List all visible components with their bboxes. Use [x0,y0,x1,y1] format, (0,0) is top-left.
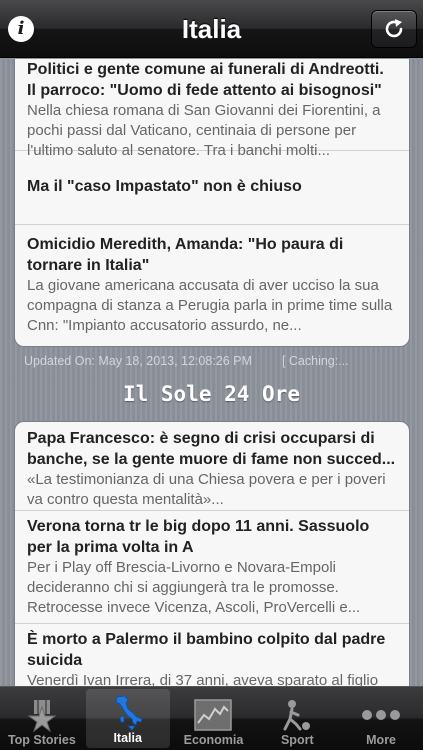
news-section-il-sole-24-ore: Papa Francesco: è segno di crisi occupar… [14,421,410,686]
news-item-description: Per i Play off Brescia-Livorno e Novara-… [27,559,361,616]
star-icon [27,700,57,732]
news-item[interactable]: Papa Francesco: è segno di crisi occupar… [15,422,409,511]
refresh-icon [385,19,403,38]
tab-bar: Top Stories Italia Economia Sport More [0,686,423,750]
news-item[interactable]: È morto a Palermo il bambino colpito dal… [15,624,409,686]
italy-map-icon [115,695,143,731]
tab-italia[interactable]: Italia [85,689,170,748]
tab-label: Italia [113,731,142,745]
tab-label: Top Stories [7,733,76,747]
sport-icon [283,700,311,731]
tab-economia[interactable]: Economia [172,687,256,750]
news-item[interactable]: Omicidio Meredith, Amanda: "Ho paura di … [15,225,409,346]
page-title: Italia [181,14,242,44]
news-item-description: «La testimonianza di una Chiesa povera e… [27,471,386,508]
tab-label: Sport [280,733,314,747]
news-list[interactable]: Politici e gente comune ai funerali di A… [0,59,423,686]
news-item-description: La giovane americana accusata di aver uc… [27,277,393,334]
tab-more[interactable]: More [339,687,423,750]
tab-top-stories[interactable]: Top Stories [0,687,84,750]
news-section-italia: Politici e gente comune ai funerali di A… [14,59,410,347]
news-item[interactable]: Ma il "caso Impastato" non è chiuso [15,151,409,225]
tab-label: Economia [183,733,244,747]
news-item-title: Papa Francesco: è segno di crisi occupar… [27,430,396,468]
navigation-bar: i Italia [0,0,423,58]
news-item-title: Omicidio Meredith, Amanda: "Ho paura di … [27,236,344,274]
tab-sport[interactable]: Sport [255,687,339,750]
news-item-description: Venerdì Ivan Irrera, di 37 anni, aveva s… [27,672,379,686]
news-item-title: Ma il "caso Impastato" non è chiuso [27,178,302,195]
news-item-title: Verona torna tr le big dopo 11 anni. Sas… [27,518,370,556]
stock-chart-icon [194,699,233,731]
tab-label: More [366,733,397,747]
news-item[interactable]: Politici e gente comune ai funerali di A… [15,59,409,159]
news-item-title: Politici e gente comune ai funerali di A… [27,61,384,99]
more-icon [362,710,401,720]
refresh-button[interactable] [371,10,417,48]
updated-timestamp: Updated On: May 18, 2013, 12:08:26 PM [24,354,252,368]
update-status: Updated On: May 18, 2013, 12:08:26 PM [ C… [24,354,414,368]
news-item[interactable]: Verona torna tr le big dopo 11 anni. Sas… [15,511,409,624]
caching-status: [ Caching:... [281,354,349,368]
news-item-title: È morto a Palermo il bambino colpito dal… [27,631,386,669]
section-title: Il Sole 24 Ore [122,382,300,406]
